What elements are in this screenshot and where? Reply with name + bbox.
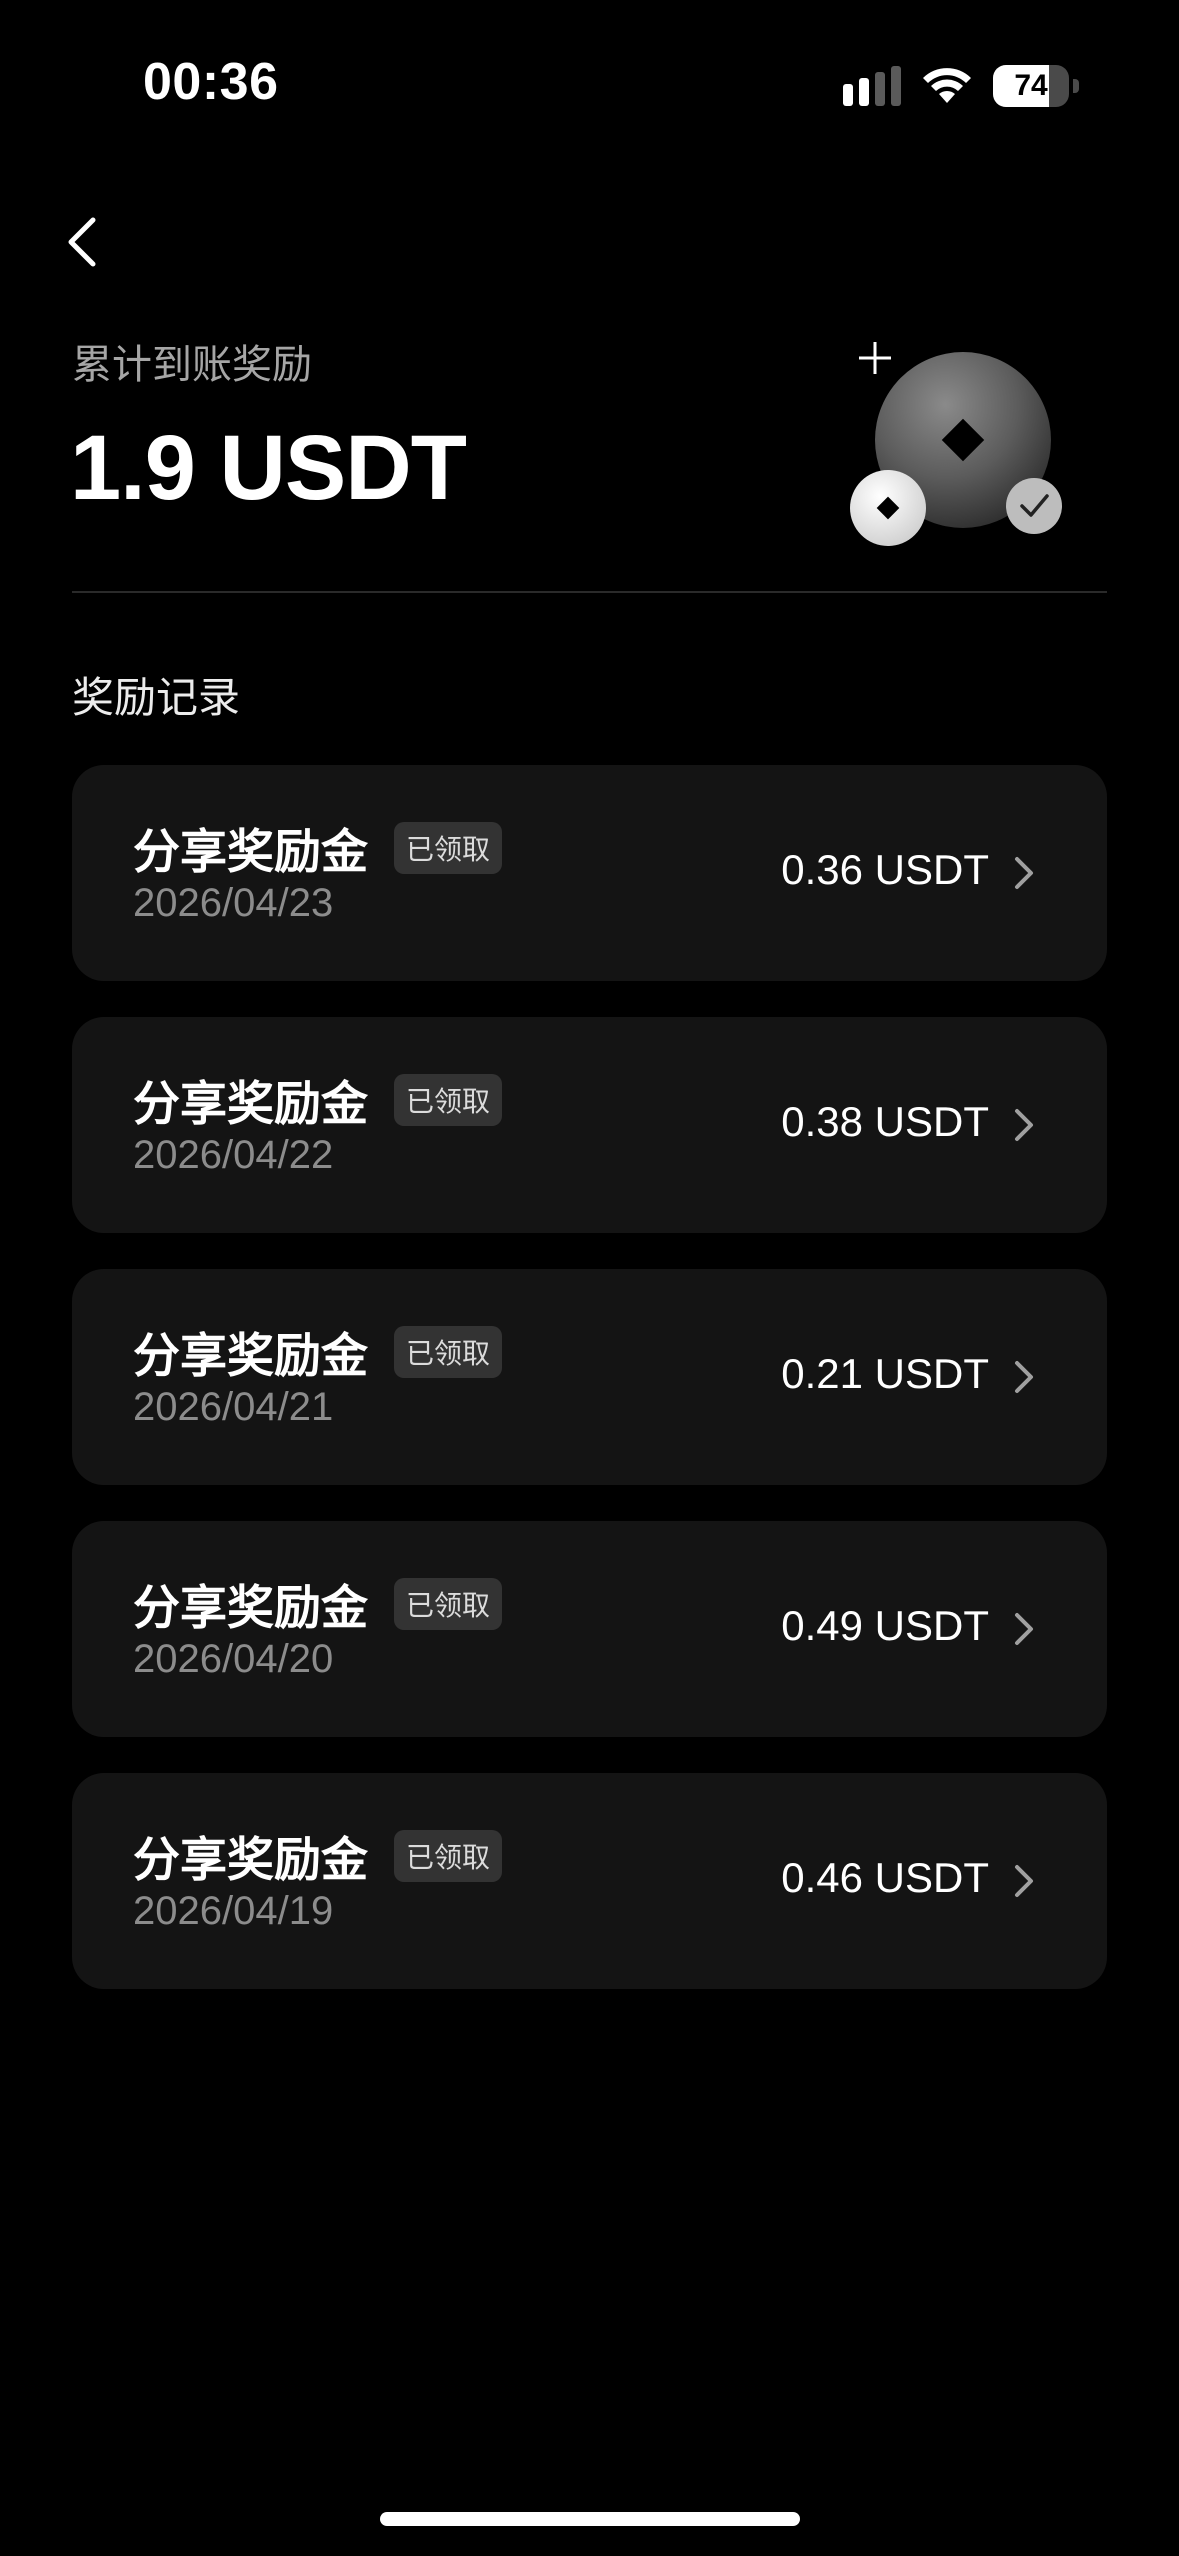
record-title: 分享奖励金 — [133, 825, 368, 880]
status-badge: 已领取 — [394, 1577, 503, 1630]
record-item[interactable]: 分享奖励金 已领取 2026/04/20 0.49 USDT — [72, 1521, 1107, 1737]
record-title: 分享奖励金 — [133, 1581, 368, 1636]
record-title: 分享奖励金 — [133, 1833, 368, 1888]
chevron-right-icon — [1015, 857, 1033, 889]
divider — [72, 591, 1107, 593]
record-item[interactable]: 分享奖励金 已领取 2026/04/23 0.36 USDT — [72, 765, 1107, 981]
record-title-row: 分享奖励金 已领取 — [133, 1317, 503, 1386]
battery-cap — [1073, 79, 1079, 93]
record-date: 2026/04/23 — [133, 881, 334, 925]
battery-icon: 74 — [993, 65, 1069, 107]
record-item[interactable]: 分享奖励金 已领取 2026/04/21 0.21 USDT — [72, 1269, 1107, 1485]
records-list: 分享奖励金 已领取 2026/04/23 0.36 USDT 分享奖励金 已领取… — [72, 765, 1107, 2025]
record-amount: 0.46 USDT — [781, 1854, 989, 1901]
status-badge: 已领取 — [394, 821, 503, 874]
status-badge: 已领取 — [394, 1829, 503, 1882]
record-title: 分享奖励金 — [133, 1077, 368, 1132]
record-date: 2026/04/22 — [133, 1133, 334, 1177]
cellular-signal-icon — [843, 66, 901, 106]
coin-check-illustration — [840, 330, 1080, 560]
status-badge: 已领取 — [394, 1325, 503, 1378]
back-button[interactable] — [52, 212, 112, 272]
battery-level: 74 — [1014, 69, 1048, 102]
record-title-row: 分享奖励金 已领取 — [133, 1821, 503, 1890]
chevron-left-icon — [68, 217, 96, 267]
status-time: 00:36 — [143, 53, 279, 111]
status-icons: 74 — [843, 62, 1079, 110]
record-title-row: 分享奖励金 已领取 — [133, 813, 503, 882]
chevron-right-icon — [1015, 1865, 1033, 1897]
record-date: 2026/04/21 — [133, 1385, 334, 1429]
home-indicator[interactable] — [380, 2512, 800, 2526]
total-reward-label: 累计到账奖励 — [72, 342, 312, 388]
record-amount: 0.38 USDT — [781, 1098, 989, 1145]
wifi-icon — [923, 68, 971, 103]
record-date: 2026/04/19 — [133, 1889, 334, 1933]
record-amount: 0.49 USDT — [781, 1602, 989, 1649]
record-title: 分享奖励金 — [133, 1329, 368, 1384]
record-title-row: 分享奖励金 已领取 — [133, 1065, 503, 1134]
status-badge: 已领取 — [394, 1073, 503, 1126]
record-title-row: 分享奖励金 已领取 — [133, 1569, 503, 1638]
record-date: 2026/04/20 — [133, 1637, 334, 1681]
record-item[interactable]: 分享奖励金 已领取 2026/04/19 0.46 USDT — [72, 1773, 1107, 1989]
records-section-title: 奖励记录 — [72, 673, 241, 722]
record-item[interactable]: 分享奖励金 已领取 2026/04/22 0.38 USDT — [72, 1017, 1107, 1233]
record-amount: 0.21 USDT — [781, 1350, 989, 1397]
record-amount: 0.36 USDT — [781, 846, 989, 893]
total-reward-value: 1.9 USDT — [70, 417, 467, 519]
chevron-right-icon — [1015, 1361, 1033, 1393]
chevron-right-icon — [1015, 1613, 1033, 1645]
chevron-right-icon — [1015, 1109, 1033, 1141]
